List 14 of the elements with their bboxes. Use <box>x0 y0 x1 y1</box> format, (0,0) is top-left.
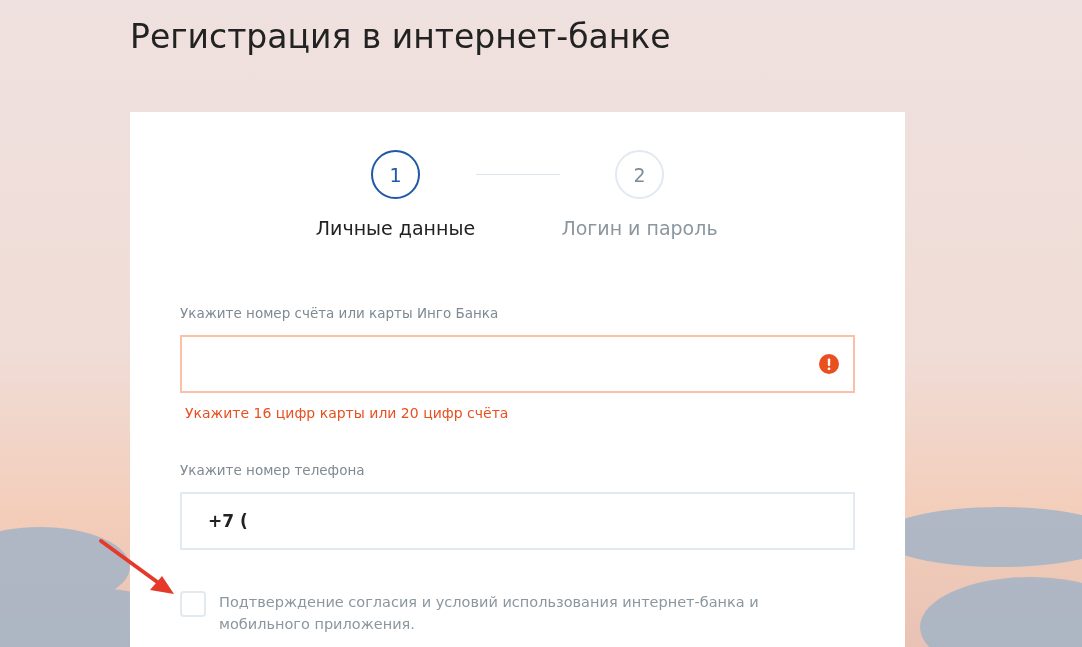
agreement-text: Подтверждение согласия и условий использования интернет-банка и мобильного приложения. <box>219 593 760 634</box>
step-label: Логин и пароль <box>561 217 718 239</box>
step-number: 1 <box>371 150 420 199</box>
field-label: Укажите номер счёта или карты Инго Банка <box>180 305 500 321</box>
step-number: 2 <box>615 150 664 199</box>
step-label: Личные данные <box>315 217 476 239</box>
field-label: Укажите номер телефона <box>180 462 366 478</box>
field-value: +7 ( <box>208 511 248 531</box>
error-icon <box>819 354 839 374</box>
input-field[interactable]: +7 ( <box>180 492 855 550</box>
agreement-checkbox[interactable] <box>180 591 206 617</box>
input-field[interactable] <box>180 335 855 393</box>
error-message: Укажите 16 цифр карты или 20 цифр счёта <box>185 405 510 421</box>
page-title: Регистрация в интернет-банке <box>130 16 672 58</box>
